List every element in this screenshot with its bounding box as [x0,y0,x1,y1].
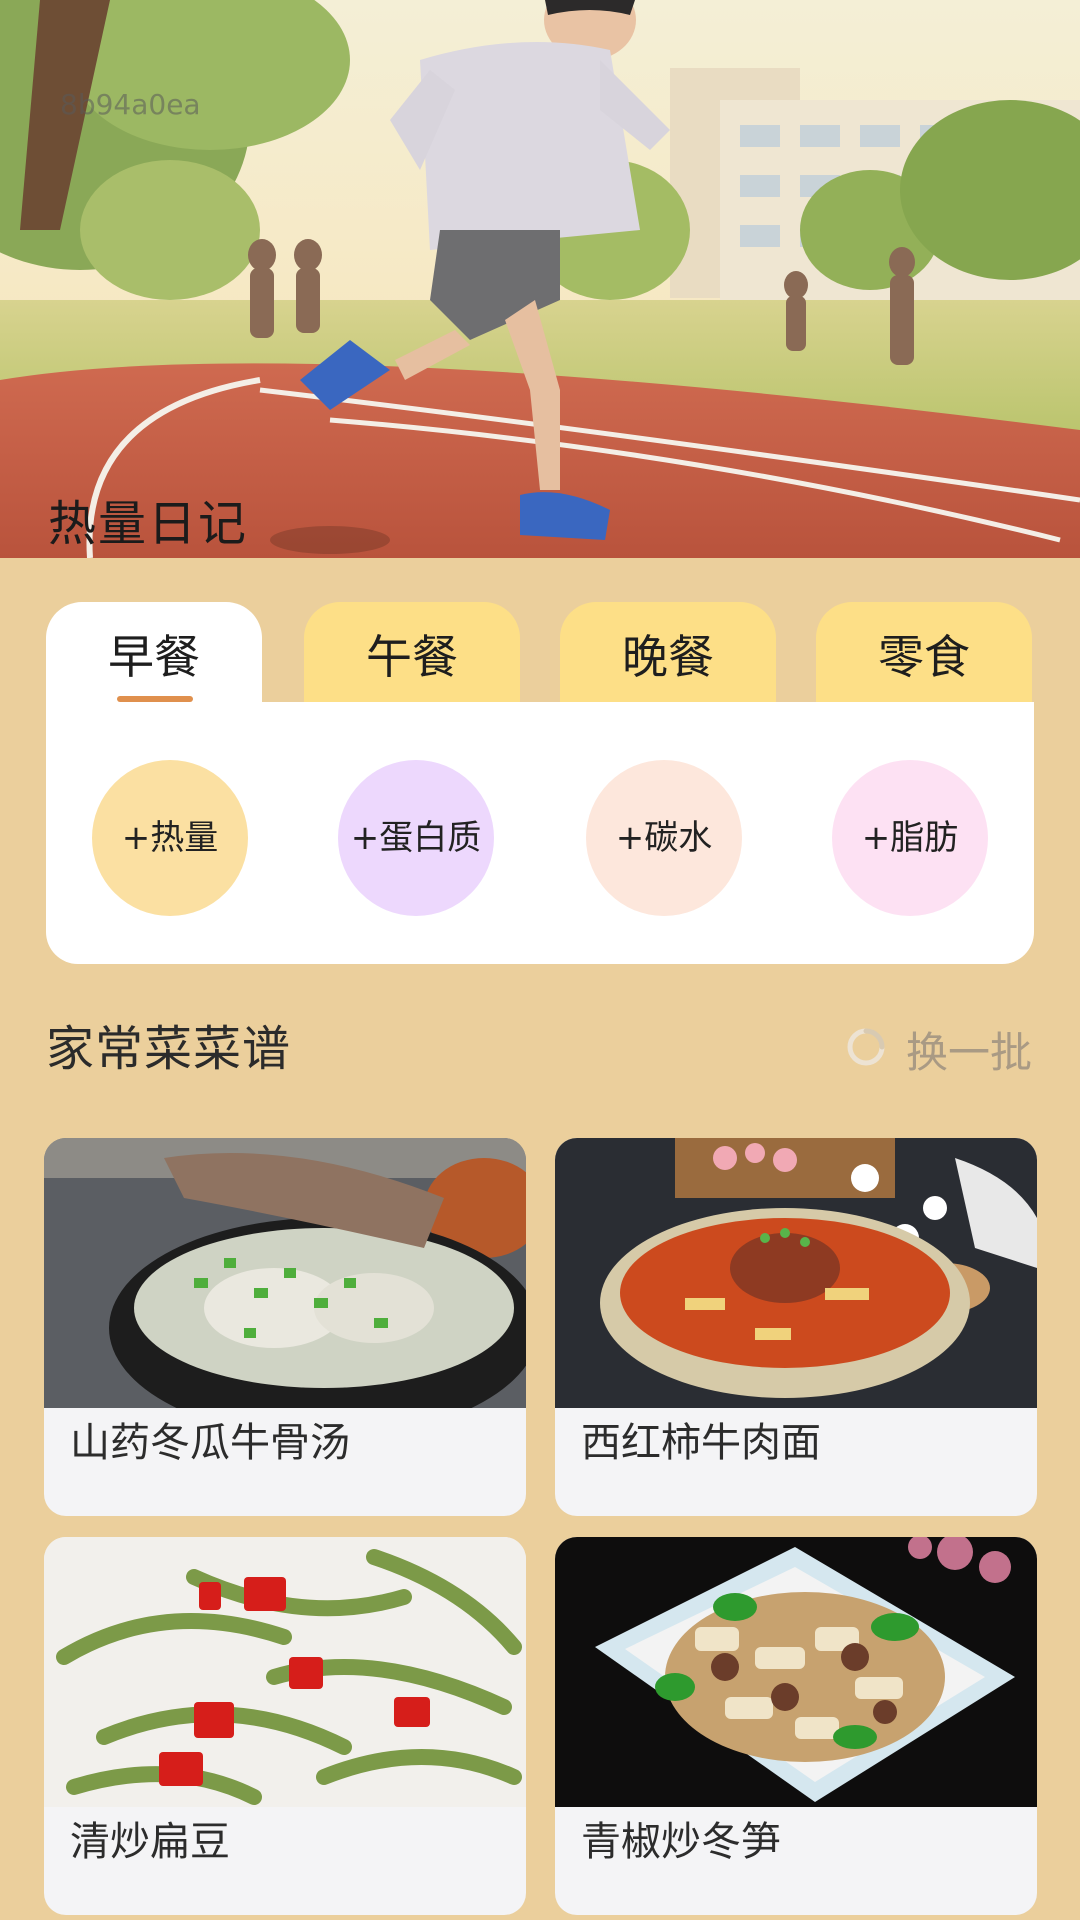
recipe-image [555,1537,1037,1807]
recipe-name: 山药冬瓜牛骨汤 [70,1420,350,1466]
recipe-image [44,1537,526,1807]
hero-banner: 8b94a0ea 热量日记 [0,0,1080,558]
add-protein-button[interactable]: +蛋白质 [338,760,494,916]
hero-code-label: 8b94a0ea [60,88,201,121]
tab-label: 午餐 [366,630,458,684]
hero-illustration [0,0,1080,558]
tab-dinner[interactable]: 晚餐 [560,602,776,712]
recipe-card[interactable]: 山药冬瓜牛骨汤 [44,1138,526,1516]
tab-label: 早餐 [108,630,200,684]
recipe-image [555,1138,1037,1408]
tab-label: 零食 [878,630,970,684]
refresh-button[interactable]: 换一批 [844,1022,1032,1077]
recipes-section-title: 家常菜菜谱 [46,1021,292,1077]
tab-breakfast[interactable]: 早餐 [46,602,262,712]
app-title: 热量日记 [48,496,249,552]
recipe-card[interactable]: 青椒炒冬笋 [555,1537,1037,1915]
tab-lunch[interactable]: 午餐 [304,602,520,712]
tab-snack[interactable]: 零食 [816,602,1032,712]
recipe-name: 西红柿牛肉面 [581,1420,821,1466]
add-carbs-button[interactable]: +碳水 [586,760,742,916]
add-calories-button[interactable]: +热量 [92,760,248,916]
refresh-icon [844,1025,888,1073]
recipe-image [44,1138,526,1408]
add-fat-button[interactable]: +脂肪 [832,760,988,916]
recipe-card[interactable]: 清炒扁豆 [44,1537,526,1915]
recipe-name: 清炒扁豆 [70,1819,230,1865]
refresh-label: 换一批 [906,1027,1033,1077]
recipe-card[interactable]: 西红柿牛肉面 [555,1138,1037,1516]
recipe-name: 青椒炒冬笋 [581,1819,781,1865]
meal-card: 早餐 午餐 晚餐 零食 +热量 +蛋白质 +碳水 +脂肪 [46,602,1034,964]
tab-label: 晚餐 [622,630,714,684]
meal-panel: +热量 +蛋白质 +碳水 +脂肪 [46,702,1034,964]
